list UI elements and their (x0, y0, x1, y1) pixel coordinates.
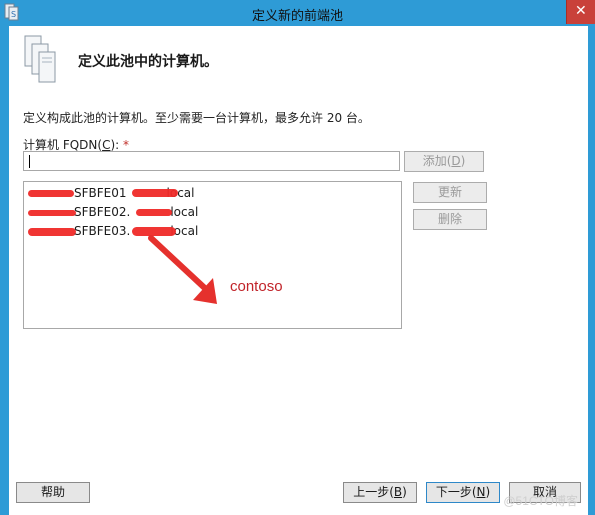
annotation-text: contoso (230, 278, 283, 295)
add-button-prefix: 添加( (422, 154, 452, 168)
close-button[interactable]: ✕ (566, 0, 595, 24)
header-band: 定义此池中的计算机。 (9, 26, 588, 88)
next-button-prefix: 下一步( (435, 485, 477, 499)
update-button[interactable]: 更新 (413, 182, 487, 203)
window-title: 定义新的前端池 (251, 9, 343, 24)
help-button[interactable]: 帮助 (16, 482, 90, 503)
fqdn-label-prefix: 计算机 FQDN( (23, 138, 103, 152)
title-bar: S 定义新的前端池 ✕ (0, 0, 595, 26)
close-icon: ✕ (575, 3, 587, 19)
dialog-content: 定义此池中的计算机。 定义构成此池的计算机。至少需要一台计算机，最多允许 20 … (8, 26, 589, 515)
annotation-arrow (148, 235, 217, 304)
redaction-mark (28, 210, 76, 216)
add-button-suffix: ) (460, 154, 466, 168)
fqdn-input[interactable] (23, 151, 400, 171)
fqdn-label-suffix: ): (110, 138, 123, 152)
list-item[interactable]: SFBFE02. local (24, 204, 401, 222)
next-button-suffix: ) (485, 485, 491, 499)
add-button-accel: D (451, 154, 461, 168)
list-item[interactable]: SFBFE01 local (24, 185, 401, 203)
next-button[interactable]: 下一步(N) (426, 482, 500, 503)
host-name: SFBFE01 (74, 186, 127, 200)
redaction-mark (28, 228, 76, 236)
back-button[interactable]: 上一步(B) (343, 482, 417, 503)
back-button-suffix: ) (402, 485, 407, 499)
redaction-mark (132, 189, 178, 197)
back-button-accel: B (393, 485, 403, 499)
text-caret (29, 155, 30, 168)
host-name: SFBFE02. (74, 205, 131, 219)
watermark: @51CTO博客 (503, 494, 578, 508)
host-name: SFBFE03. (74, 224, 131, 238)
server-icon (24, 35, 56, 83)
host-domain: local (170, 205, 199, 219)
redaction-mark (136, 209, 172, 216)
description-text: 定义构成此池的计算机。至少需要一台计算机，最多允许 20 台。 (23, 111, 370, 125)
required-mark: * (123, 138, 129, 152)
page-heading: 定义此池中的计算机。 (78, 54, 218, 70)
redaction-mark (28, 190, 74, 197)
window-border-left (0, 26, 8, 515)
add-button[interactable]: 添加(D) (404, 151, 484, 172)
back-button-prefix: 上一步( (353, 485, 394, 499)
delete-button[interactable]: 删除 (413, 209, 487, 230)
